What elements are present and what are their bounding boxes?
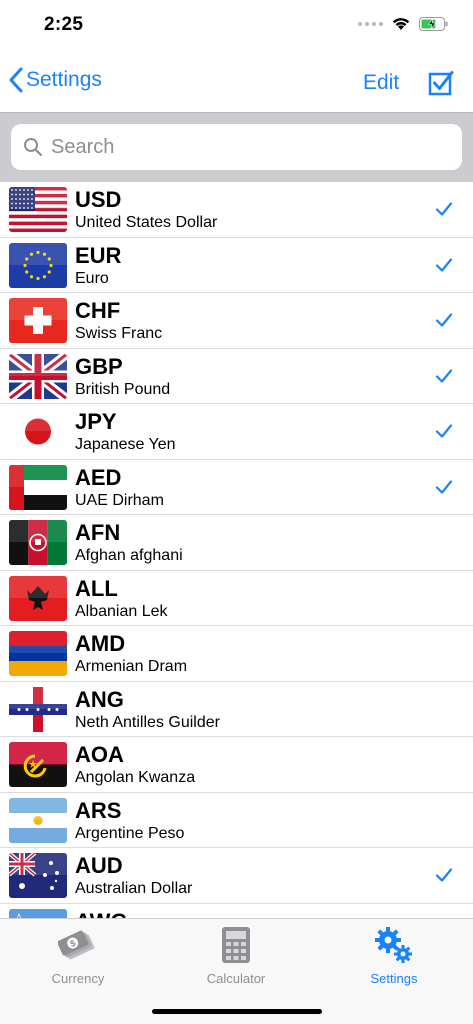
tab-currency-label: Currency: [51, 971, 105, 986]
currency-row-usd[interactable]: USD United States Dollar: [0, 182, 473, 238]
search-box[interactable]: [11, 124, 462, 170]
gears-icon: [375, 927, 412, 963]
currency-name: Angolan Kwanza: [75, 769, 196, 786]
checkbox-checked-icon: [428, 71, 454, 96]
currency-row-gbp[interactable]: GBP British Pound: [0, 349, 473, 404]
currency-name: Armenian Dram: [75, 658, 188, 675]
currency-code: AMD: [75, 631, 126, 656]
currency-name: Euro: [75, 269, 109, 287]
checkmark-icon: [435, 867, 453, 888]
currency-row-ars[interactable]: ARS Argentine Peso: [0, 793, 473, 848]
us-flag-icon: [9, 187, 67, 232]
currency-row-all[interactable]: ALL Albanian Lek: [0, 571, 473, 626]
currency-list[interactable]: USD United States Dollar EUR Euro CHF Swiss F…: [0, 182, 473, 918]
af-flag-icon: [9, 520, 67, 565]
money-icon: $: [58, 930, 95, 960]
checkmark-icon: [435, 479, 453, 500]
currency-code: AED: [75, 464, 122, 490]
search-bar-container: [0, 112, 473, 182]
currency-row-ang[interactable]: ANG Neth Antilles Guilder: [0, 682, 473, 737]
cellular-signal-icon: [358, 21, 383, 26]
currency-code: ALL: [75, 575, 118, 601]
ao-flag-icon: [9, 742, 67, 787]
currency-row-aed[interactable]: AED UAE Dirham: [0, 460, 473, 515]
ch-flag-icon: [9, 298, 67, 343]
currency-name: Argentine Peso: [75, 824, 185, 842]
currency-code: ARS: [75, 797, 122, 823]
wifi-icon: [392, 18, 410, 30]
currency-row-amd[interactable]: AMD Armenian Dram: [0, 626, 473, 682]
currency-code: AOA: [75, 742, 124, 767]
currency-name: Neth Antilles Guilder: [75, 713, 220, 731]
checkmark-icon: [435, 312, 453, 333]
select-all-checkbox[interactable]: [428, 70, 454, 101]
battery-charging-icon: [419, 16, 448, 31]
ae-flag-icon: [9, 464, 67, 510]
currency-name: United States Dollar: [75, 214, 218, 231]
search-input[interactable]: [51, 135, 431, 159]
calculator-icon: [222, 927, 250, 963]
checkmark-icon: [435, 368, 453, 389]
currency-code: AFN: [75, 520, 121, 545]
currency-name: Australian Dollar: [75, 880, 193, 897]
jp-flag-icon: [9, 409, 67, 454]
currency-code: JPY: [75, 409, 117, 434]
currency-row-afn[interactable]: AFN Afghan afghani: [0, 515, 473, 571]
an-flag-icon: [9, 686, 67, 732]
eu-flag-icon: [9, 242, 67, 288]
checkmark-icon: [435, 257, 453, 278]
currency-code: USD: [75, 187, 122, 212]
status-bar: 2:25: [0, 0, 473, 52]
status-time: 2:25: [44, 14, 84, 35]
currency-code: CHF: [75, 298, 121, 323]
currency-row-chf[interactable]: CHF Swiss Franc: [0, 293, 473, 349]
tab-calculator[interactable]: Calculator: [176, 925, 296, 986]
ar-flag-icon: [9, 797, 67, 843]
currency-name: Albanian Lek: [75, 602, 168, 620]
gb-flag-icon: [9, 353, 67, 399]
back-button-label: Settings: [26, 68, 102, 91]
status-icons: [358, 16, 449, 31]
currency-row-eur[interactable]: EUR Euro: [0, 238, 473, 293]
edit-button[interactable]: Edit: [363, 71, 399, 95]
currency-name: Afghan afghani: [75, 547, 183, 564]
currency-row-aoa[interactable]: AOA Angolan Kwanza: [0, 737, 473, 793]
au-flag-icon: [9, 853, 67, 898]
tab-calculator-label: Calculator: [206, 971, 266, 986]
currency-name: Japanese Yen: [75, 436, 176, 453]
aw-flag-icon: [9, 908, 67, 918]
checkmark-icon: [435, 423, 453, 444]
am-flag-icon: [9, 631, 67, 676]
search-icon: [24, 138, 43, 157]
currency-row-jpy[interactable]: JPY Japanese Yen: [0, 404, 473, 460]
currency-name: British Pound: [75, 380, 171, 398]
tab-currency[interactable]: $ Currency: [18, 925, 138, 986]
currency-code: EUR: [75, 242, 122, 268]
tab-settings[interactable]: Settings: [334, 925, 454, 986]
back-button[interactable]: Settings: [8, 66, 102, 94]
checkmark-icon: [435, 201, 453, 222]
al-flag-icon: [9, 575, 67, 621]
currency-name: UAE Dirham: [75, 491, 164, 509]
currency-code: ANG: [75, 686, 124, 712]
tab-settings-label: Settings: [370, 971, 418, 986]
home-indicator: [152, 1009, 322, 1014]
currency-code: GBP: [75, 353, 123, 379]
currency-code: AUD: [75, 853, 123, 878]
currency-name: Swiss Franc: [75, 325, 163, 342]
currency-row-aud[interactable]: AUD Australian Dollar: [0, 848, 473, 904]
chevron-left-icon: [9, 67, 23, 93]
navigation-bar: Settings Edit: [0, 52, 473, 112]
currency-code: AWG: [75, 909, 128, 919]
currency-row-awg[interactable]: AWG: [0, 904, 473, 919]
